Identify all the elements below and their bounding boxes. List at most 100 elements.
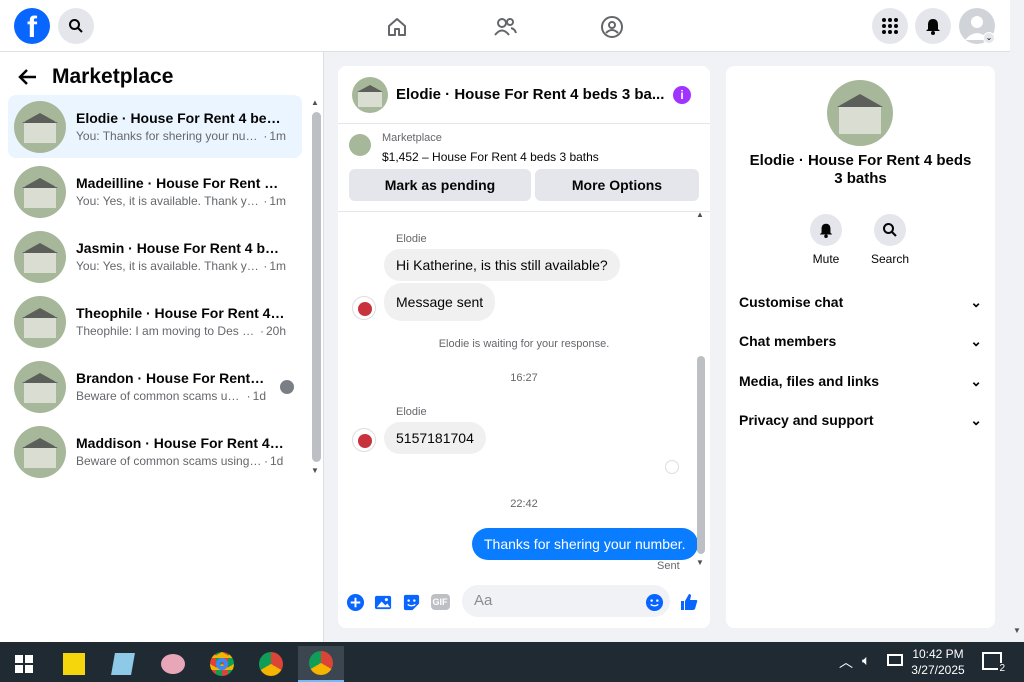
like-button[interactable] [679,592,699,612]
conversation-item-maddison[interactable]: Maddison · House For Rent 4 beds 3 baths… [8,420,302,483]
home-nav-button[interactable] [384,14,410,40]
add-button[interactable] [345,592,365,612]
sidebar-title: Marketplace [52,65,174,88]
account-button[interactable]: ⌄ [959,8,995,44]
waiting-notice: Elodie is waiting for your response. [438,338,610,350]
top-navigation-bar: f ⌄ [0,0,1010,52]
info-icon[interactable]: i [673,86,691,104]
facebook-logo[interactable]: f [14,8,50,44]
notification-count: 2 [998,663,1006,674]
section-chat-members[interactable]: Chat members ⌄ [739,328,982,354]
listing-thumbnail [14,165,66,218]
system-clock[interactable]: 10:42 PM 3/27/2025 [908,646,968,678]
chevron-up-icon[interactable]: ︿ [839,652,853,672]
search-button[interactable] [58,8,94,44]
listing-thumbnail [14,295,66,348]
incoming-message[interactable]: Hi Katherine, is this still available? [384,249,620,281]
chevron-down-icon: ⌄ [970,332,982,349]
photo-button[interactable] [373,592,393,612]
conversation-time: 20h [265,323,286,338]
section-label: Chat members [739,333,837,349]
thread-scrollbar[interactable] [697,356,705,554]
sticker-button[interactable] [401,592,421,612]
taskbar-chrome-3[interactable] [298,646,344,682]
listing-card: Marketplace $1,452 – House For Rent 4 be… [338,124,710,212]
details-title: Elodie · House For Rent 4 beds 3 baths [749,152,972,187]
gif-button[interactable]: GIF [429,592,451,612]
app-icon [111,653,135,675]
page-scroll-down[interactable]: ▼ [1013,626,1021,635]
thread-scroll-up[interactable]: ▲ [696,210,704,219]
conversation-item-brandon[interactable]: Brandon · House For Rent 4 beds 3 baths … [8,355,302,418]
clock-time: 10:42 PM [912,647,964,661]
mute-action[interactable]: Mute [796,214,856,266]
outgoing-message[interactable]: Thanks for shering your number. [472,528,698,560]
read-receipt-avatar [665,460,679,474]
taskbar-app-2[interactable] [103,646,143,682]
emoji-button[interactable] [644,592,664,612]
conversation-time: 1m [269,128,286,143]
page-scrollbar[interactable]: ▼ [1010,0,1024,642]
listing-title[interactable]: $1,452 – House For Rent 4 beds 3 baths [382,150,599,164]
chat-details-panel: Elodie · House For Rent 4 beds 3 baths M… [726,66,995,628]
conversation-item-elodie[interactable]: Elodie · House For Rent 4 beds 3 baths Y… [8,95,302,158]
more-options-button[interactable]: More Options [535,169,699,201]
chat-title[interactable]: Elodie · House For Rent 4 beds 3 ba... [396,86,664,103]
listing-thumbnail [14,230,66,283]
menu-button[interactable] [872,8,908,44]
thread-scroll-down[interactable]: ▼ [696,558,704,567]
conversation-item-jasmin[interactable]: Jasmin · House For Rent 4 beds 3 baths Y… [8,225,302,288]
scroll-down-arrow[interactable]: ▼ [311,466,319,475]
bell-icon [819,223,833,238]
chevron-down-icon: ⌄ [970,372,982,389]
taskbar-chrome-1[interactable] [202,646,242,682]
grid-menu-icon [882,18,898,34]
groups-nav-button[interactable] [599,14,625,40]
chrome-icon [259,652,283,676]
sidebar-scrollbar[interactable] [312,112,321,462]
sender-avatar [352,428,376,452]
section-label: Privacy and support [739,412,874,428]
back-arrow-icon[interactable] [18,68,38,86]
incoming-message[interactable]: 5157181704 [384,422,486,454]
section-media-files-links[interactable]: Media, files and links ⌄ [739,368,982,394]
mark-pending-button[interactable]: Mark as pending [349,169,531,201]
notification-center-button[interactable]: 2 [982,652,1006,674]
taskbar-sticky-notes[interactable] [54,646,94,682]
start-button[interactable] [4,646,44,682]
bell-icon [926,19,940,35]
conversation-item-madeilline[interactable]: Madeilline · House For Rent 4 beds 3 bat… [8,160,302,223]
seen-avatar [280,380,294,394]
conversation-preview: You: Thanks for shering your number. [76,128,262,143]
scroll-up-arrow[interactable]: ▲ [311,98,319,107]
incoming-message[interactable]: Message sent [384,283,496,321]
gif-icon: GIF [430,594,450,610]
taskbar-app-3[interactable] [153,646,193,682]
sender-avatar [352,296,376,320]
mute-label: Mute [812,252,840,266]
conversation-item-theophile[interactable]: Theophile · House For Rent 4 beds 3 bath… [8,290,302,353]
section-privacy-support[interactable]: Privacy and support ⌄ [739,407,982,433]
network-icon[interactable] [887,654,903,666]
marketplace-sidebar: Marketplace Elodie · House For Rent 4 be… [0,52,324,642]
conversation-time: 1d [270,453,284,468]
section-customise-chat[interactable]: Customise chat ⌄ [739,289,982,315]
listing-thumbnail [14,360,66,413]
conversation-preview: You: Yes, it is available. Thank you for… [76,193,261,208]
message-input[interactable]: Aa [462,585,670,617]
conversation-name: Jasmin · House For Rent 4 beds 3 baths [76,239,286,256]
search-icon [883,223,897,237]
volume-icon[interactable]: 🔈︎ [862,652,870,669]
listing-thumbnail [14,100,66,153]
conversation-preview: You: Yes, it is available. Thank you for… [76,258,261,273]
search-label: Search [870,252,910,266]
search-action[interactable]: Search [860,214,920,266]
thumbs-up-icon [681,594,698,610]
chat-thumbnail [352,76,388,113]
notifications-button[interactable] [915,8,951,44]
conversation-time: 1m [269,193,286,208]
friends-nav-button[interactable] [492,14,518,40]
chevron-down-icon: ⌄ [970,411,982,428]
friends-icon [494,18,517,36]
taskbar-chrome-2[interactable] [251,646,291,682]
